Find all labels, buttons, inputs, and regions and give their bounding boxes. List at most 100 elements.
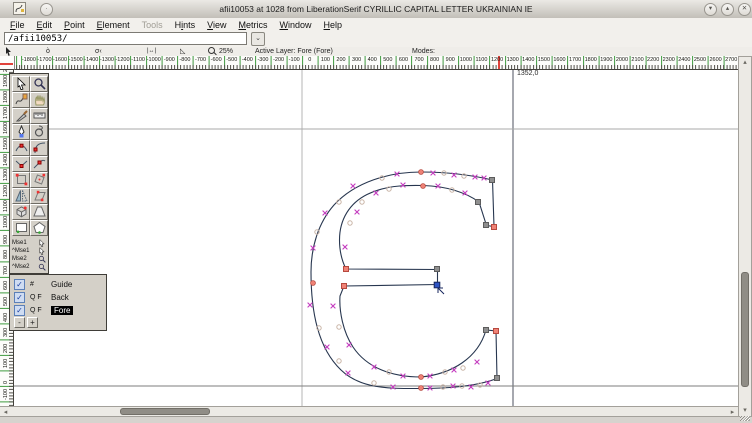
layer-name-fore[interactable]: Fore xyxy=(51,305,74,315)
resize-grip[interactable] xyxy=(740,416,750,421)
hruler-label: -1200 xyxy=(115,57,130,63)
perspective-tool[interactable] xyxy=(30,204,48,220)
layer-type-label: Q F xyxy=(30,293,42,301)
glyph-name-bar: ⌄ xyxy=(0,32,752,47)
ruler-tool[interactable] xyxy=(30,108,48,124)
add-layer-button[interactable]: + xyxy=(27,317,38,328)
menu-bar: File Edit Point Element Tools Hints View Metric… xyxy=(0,18,752,32)
hscroll-thumb[interactable] xyxy=(120,408,210,415)
menu-element[interactable]: Element xyxy=(91,20,136,30)
tangent-point-tool[interactable] xyxy=(30,156,48,172)
skew-tool[interactable] xyxy=(30,188,48,204)
magnify-tool[interactable] xyxy=(30,76,48,92)
layer-visible-checkbox[interactable]: ✓ xyxy=(14,278,25,290)
vruler-mouse-marker xyxy=(0,63,13,65)
rotate-tool[interactable] xyxy=(30,172,48,188)
menu-hints[interactable]: Hints xyxy=(169,20,202,30)
hruler-label: -600 xyxy=(210,57,222,63)
vscroll-thumb[interactable] xyxy=(741,272,749,387)
distance-icon: |↔| xyxy=(147,48,157,54)
hvcurve-point-icon xyxy=(33,142,45,154)
hruler-label: 800 xyxy=(430,57,440,63)
freehand-tool[interactable] xyxy=(12,92,30,108)
magnify-icon xyxy=(38,263,46,271)
menu-help[interactable]: Help xyxy=(318,20,349,30)
pen-icon xyxy=(17,125,25,138)
layer-visible-checkbox[interactable]: ✓ xyxy=(14,304,25,316)
menu-file[interactable]: File xyxy=(4,20,31,30)
advance-width-label: 1352,0 xyxy=(517,70,539,77)
hruler-label: 2500 xyxy=(693,57,707,63)
mouse-binding-label: Mse1 xyxy=(12,240,27,246)
corner-point-icon xyxy=(15,160,27,168)
title-bar: · afii10053 at 1028 from LiberationSerif… xyxy=(0,0,752,19)
hruler-label: 1700 xyxy=(568,57,582,63)
mouse-binding-label: Mse2 xyxy=(12,256,27,262)
hruler-label: 1800 xyxy=(584,57,597,63)
menu-edit[interactable]: Edit xyxy=(31,20,59,30)
layer-visible-checkbox[interactable]: ✓ xyxy=(14,291,25,303)
layer-name-guide[interactable]: Guide xyxy=(51,280,72,289)
hruler-label: 200 xyxy=(336,57,346,63)
horizontal-scrollbar[interactable]: ◂ ▸ xyxy=(0,406,738,417)
scroll-tool[interactable] xyxy=(30,92,48,108)
glyph-dropdown-button[interactable]: ⌄ xyxy=(251,32,265,46)
window-title: afii10053 at 1028 from LiberationSerif C… xyxy=(219,4,533,14)
menu-tools[interactable]: Tools xyxy=(136,20,169,30)
hruler-label: 2400 xyxy=(678,57,691,63)
rotate3d-tool[interactable] xyxy=(12,204,30,220)
hruler-label: 1100 xyxy=(475,57,488,63)
hvcurve-point-tool[interactable] xyxy=(30,140,48,156)
curve-point-icon xyxy=(15,143,27,152)
scale-icon xyxy=(15,173,27,186)
scroll-down-arrow[interactable]: ▾ xyxy=(740,406,750,415)
rect-tool[interactable] xyxy=(12,220,30,236)
maximize-button[interactable]: ▴ xyxy=(721,3,734,16)
point-icon: ò xyxy=(46,48,50,55)
hruler-label: 900 xyxy=(445,57,455,63)
pointer-tool[interactable] xyxy=(12,76,30,92)
hruler-label: -900 xyxy=(163,57,175,63)
window-menu-button[interactable]: · xyxy=(40,3,53,16)
menu-view[interactable]: View xyxy=(201,20,232,30)
layer-type-label: Q F xyxy=(30,306,42,314)
pen-tool[interactable] xyxy=(12,124,30,140)
layer-name-back[interactable]: Back xyxy=(51,293,69,302)
hruler-label: -700 xyxy=(195,57,207,63)
menu-window[interactable]: Window xyxy=(274,20,318,30)
hruler-label: 1900 xyxy=(600,57,613,63)
hruler-label: -1500 xyxy=(68,57,83,63)
corner-point-tool[interactable] xyxy=(12,156,30,172)
scale-tool[interactable] xyxy=(12,172,30,188)
hruler-label: 0 xyxy=(308,57,312,63)
hruler-label: -1100 xyxy=(131,57,145,63)
vertical-scrollbar[interactable]: ▴ ▾ xyxy=(738,56,752,417)
scroll-left-arrow[interactable]: ◂ xyxy=(1,408,10,417)
remove-layer-button[interactable]: - xyxy=(14,317,25,328)
scroll-right-arrow[interactable]: ▸ xyxy=(728,408,737,417)
layer-row-fore: ✓ Q F Fore xyxy=(14,304,74,316)
curve-point-tool[interactable] xyxy=(12,140,30,156)
info-bar: ò σ‹ |↔| ◺ 25% Active Layer: Fore (Fore)… xyxy=(0,47,752,56)
hruler-minor-ticks xyxy=(15,65,738,69)
cursor-pos-icon xyxy=(6,47,11,56)
shade-button[interactable]: ▾ xyxy=(704,3,717,16)
menu-point[interactable]: Point xyxy=(58,20,91,30)
glyph-canvas[interactable] xyxy=(14,70,738,406)
polygon-icon xyxy=(32,221,46,234)
polygon-tool[interactable] xyxy=(30,220,48,236)
mouse-binding-mse1: Mse1 xyxy=(12,239,46,247)
vruler-label: 0 xyxy=(3,380,9,384)
knife-tool[interactable] xyxy=(12,108,30,124)
hruler-label: -1000 xyxy=(146,57,161,63)
glyph-name-input[interactable] xyxy=(4,32,247,45)
hruler-label: -200 xyxy=(273,57,285,63)
close-button[interactable]: ✕ xyxy=(738,3,751,16)
menu-metrics[interactable]: Metrics xyxy=(233,20,274,30)
hruler-label: 1600 xyxy=(553,57,566,63)
flip-tool[interactable] xyxy=(12,188,30,204)
hruler-label: 2700 xyxy=(725,57,738,63)
spiro-tool[interactable] xyxy=(30,124,48,140)
scroll-up-arrow[interactable]: ▴ xyxy=(740,58,750,67)
rotate3d-icon xyxy=(16,206,27,218)
